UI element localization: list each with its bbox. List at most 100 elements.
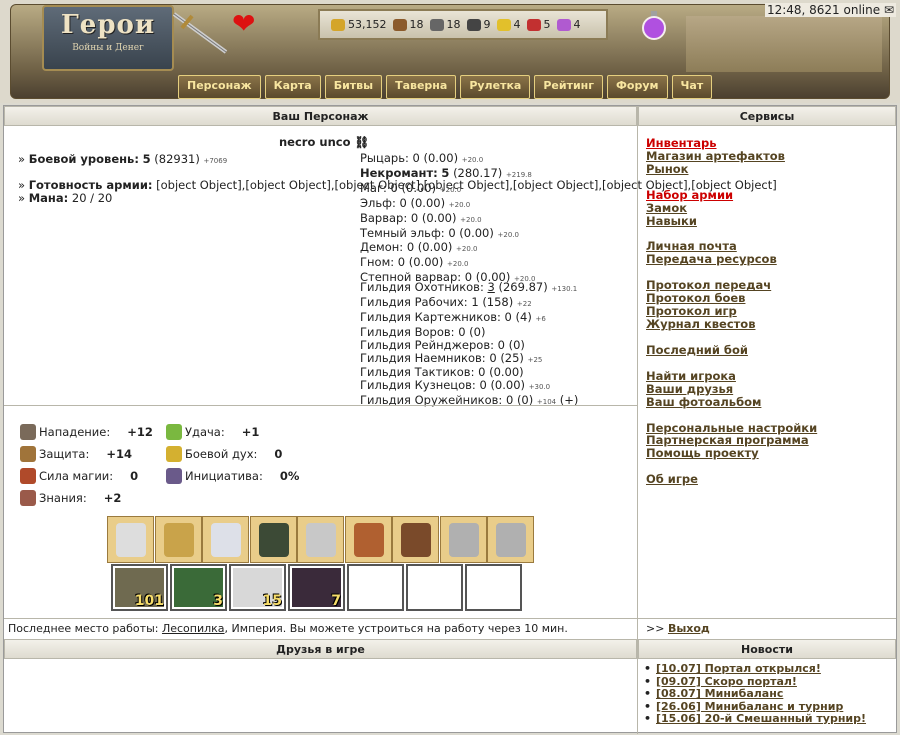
service-link[interactable]: Ваши друзья <box>646 382 886 396</box>
initiative-icon <box>166 468 182 484</box>
divider <box>4 618 896 619</box>
combat-level-row: » Боевой уровень: 5 (82931) +7069 <box>18 152 228 166</box>
nav-1[interactable]: Карта <box>264 75 321 99</box>
mana-label: Мана: <box>28 191 69 205</box>
header: Герои Войны и Денег ❤ 53,152 18 18 9 4 5 4 12:… <box>0 0 900 103</box>
guild-name: Гильдия Тактиков: <box>360 365 475 380</box>
stat-value: 0% <box>279 469 300 483</box>
friends-caption: Друзья в игре <box>4 639 637 659</box>
luck-icon <box>166 424 182 440</box>
equipment-slot[interactable] <box>107 516 154 563</box>
service-link[interactable]: Навыки <box>646 214 886 228</box>
service-link[interactable]: Рынок <box>646 162 886 176</box>
main-nav: Персонаж Карта Битвы Таверна Рулетка Рейтинг Ф… <box>178 75 718 99</box>
service-link[interactable]: Ваш фотоальбом <box>646 395 886 409</box>
service-link[interactable]: Последний бой <box>646 343 886 357</box>
resource-value: 5 <box>543 18 551 31</box>
service-link[interactable]: Журнал квестов <box>646 318 886 331</box>
game-logo[interactable]: Герои Войны и Денег <box>42 5 174 71</box>
helmet-icon[interactable]: ⛓ <box>355 135 370 149</box>
guild-plus: +130.1 <box>551 285 578 293</box>
logo-subtitle: Войны и Денег <box>72 43 144 53</box>
service-link[interactable]: Помощь проекту <box>646 447 886 460</box>
work-suffix: , Империя. Вы можете устроиться на работ… <box>224 622 568 635</box>
resource-value: 18 <box>446 18 461 31</box>
army-slot-orc[interactable]: 3 <box>170 564 227 611</box>
stat-label: Защита: <box>39 447 90 461</box>
army-slot-skeleton[interactable]: 15 <box>229 564 286 611</box>
shield-icon <box>353 523 384 557</box>
sulfur-icon <box>496 18 511 31</box>
stat-label: Инициатива: <box>185 469 263 483</box>
faction-value: 0 (0.00) <box>448 225 494 240</box>
equipment-slot[interactable] <box>202 516 249 563</box>
guild-value-link[interactable]: 3 <box>488 280 495 294</box>
nav-6[interactable]: Форум <box>607 75 668 99</box>
guild-value: 0 (0.00) <box>478 365 524 380</box>
crystal-icon <box>526 18 541 31</box>
guild-row: Гильдия Охотников: 3 (269.87) +130.1 <box>360 281 578 296</box>
news-item[interactable]: [15.06] 20-й Смешанный турнир! <box>644 712 889 726</box>
army-slot-vampire[interactable]: 7 <box>288 564 345 611</box>
nav-7[interactable]: Чат <box>671 75 713 99</box>
nav-0[interactable]: Персонаж <box>178 75 261 99</box>
service-link[interactable]: Замок <box>646 201 886 215</box>
service-link[interactable]: Об игре <box>646 473 886 486</box>
faction-row: Рыцарь: 0 (0.00) +20.0 <box>360 152 535 167</box>
empty-icon <box>410 568 459 607</box>
guild-row: Гильдия Рабочих: 1 (158) +22 <box>360 295 578 311</box>
guild-plus: +6 <box>535 314 546 323</box>
equipment-slot[interactable] <box>297 516 344 563</box>
army-slot-footman[interactable]: 101 <box>111 564 168 611</box>
cloak-icon <box>258 523 289 557</box>
faction-extra: (280.17) <box>453 165 503 180</box>
stat-value: 0 <box>130 469 139 483</box>
equipment-slot[interactable] <box>154 516 202 563</box>
guild-name: Гильдия Кузнецов: <box>360 378 476 393</box>
faction-row: Некромант: 5 (280.17) +219.8 <box>360 165 535 182</box>
services-menu: Инвентарь Магазин артефактов Рынок Набор ар… <box>646 137 886 486</box>
equipment-slot[interactable] <box>487 516 534 563</box>
news-item[interactable]: [10.07] Портал открылся! <box>644 662 889 676</box>
equipment-slot[interactable] <box>249 516 297 563</box>
attack-icon <box>20 424 36 440</box>
services-caption: Сервисы <box>638 106 896 126</box>
stat-2: Защита: +14 <box>20 446 132 462</box>
level-value: 5 <box>142 152 151 166</box>
unit-count: 3 <box>213 593 223 609</box>
nav-4[interactable]: Рулетка <box>460 75 531 99</box>
news-caption: Новости <box>638 639 896 659</box>
stat-value: +2 <box>103 491 122 505</box>
army-slot-empty <box>406 564 463 611</box>
exit-link[interactable]: Выход <box>668 622 710 635</box>
guild-name: Гильдия Воров: <box>360 324 455 339</box>
stat-5: Инициатива: 0% <box>166 468 299 484</box>
nav-2[interactable]: Битвы <box>324 75 383 99</box>
faction-value: 0 (0.00) <box>412 151 459 165</box>
faction-row: Темный эльф: 0 (0.00) +20.0 <box>360 225 535 242</box>
mail-icon[interactable]: ✉ <box>884 3 894 17</box>
equipment-slot[interactable] <box>344 516 392 563</box>
service-link[interactable]: Найти игрока <box>646 369 886 383</box>
nav-5[interactable]: Рейтинг <box>534 75 604 99</box>
equipment-slot[interactable] <box>439 516 487 563</box>
character-caption: Ваш Персонаж <box>4 106 637 126</box>
nav-3[interactable]: Таверна <box>386 75 457 99</box>
equipment-slot[interactable] <box>392 516 439 563</box>
service-link[interactable]: Магазин артефактов <box>646 150 886 163</box>
clock-text: 12:48, 8621 online <box>766 3 881 17</box>
workplace-link[interactable]: Лесопилка <box>162 622 225 635</box>
service-link[interactable]: Передача ресурсов <box>646 253 886 266</box>
health-heart-icon[interactable]: ❤ <box>232 9 260 39</box>
news-item[interactable]: [08.07] Минибаланс <box>644 687 889 701</box>
faction-name: Некромант: <box>360 165 438 180</box>
service-link[interactable]: Набор армии <box>646 188 886 202</box>
news-list: [10.07] Портал открылся![09.07] Скоро по… <box>644 662 889 726</box>
empty-icon <box>351 568 400 607</box>
mana-potion-icon[interactable] <box>641 10 667 40</box>
service-link[interactable]: Инвентарь <box>646 137 886 150</box>
unit-count: 7 <box>331 593 341 609</box>
faction-plus: +219.8 <box>505 170 532 179</box>
